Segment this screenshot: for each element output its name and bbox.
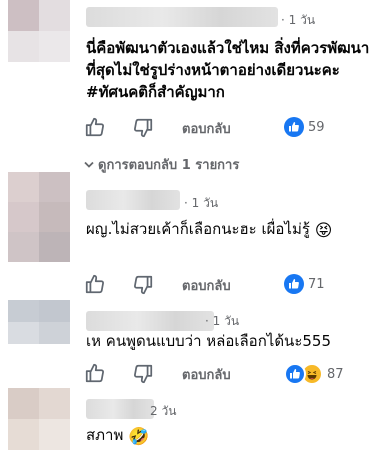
view-replies-label: ดูการตอบกลับ 1 รายการ — [98, 158, 240, 173]
avatar[interactable] — [8, 388, 70, 450]
comment-time[interactable]: · 1 วัน — [205, 312, 239, 331]
commenter-name[interactable] — [86, 190, 180, 210]
reaction-count: 59 — [308, 119, 325, 135]
like-reaction-icon — [284, 117, 304, 137]
avatar[interactable] — [8, 172, 70, 262]
comment-text-body: ผญ.ไม่สวยเค้าก็เลือกนะฮะ เผื่อไม่รู้ — [86, 220, 310, 238]
like-icon[interactable] — [84, 362, 106, 384]
comment-text: ผญ.ไม่สวยเค้าก็เลือกนะฮะ เผื่อไม่รู้ 😝 — [86, 218, 382, 241]
reaction-summary[interactable]: 87 — [284, 363, 344, 385]
commenter-name[interactable] — [86, 311, 214, 331]
view-replies-link[interactable]: ดูการตอบกลับ 1 รายการ — [84, 154, 239, 175]
reaction-count: 87 — [327, 366, 344, 382]
avatar[interactable] — [8, 300, 70, 344]
rolling-laughing-emoji: 🤣 — [128, 427, 150, 447]
commenter-name[interactable] — [86, 7, 278, 27]
like-reaction-icon — [284, 274, 304, 294]
dislike-icon[interactable] — [132, 274, 154, 296]
comment-text: เห คนพูดนแบบว่า หล่อเลือกได้นะ555 — [86, 332, 332, 350]
comment-time[interactable]: 2 วัน — [150, 402, 176, 421]
like-icon[interactable] — [84, 273, 106, 295]
dislike-icon[interactable] — [132, 117, 154, 139]
comment-actions: ตอบกลับ 71 — [84, 273, 384, 297]
commenter-name[interactable] — [86, 399, 154, 419]
comment-actions: ตอบกลับ 87 — [84, 362, 384, 386]
comment-text: สภาพ 🤣 — [86, 424, 382, 447]
reply-button[interactable]: ตอบกลับ — [182, 118, 231, 139]
chevron-down-icon — [84, 158, 98, 173]
comment-text: นี่คือพัฒนาตัวเองแล้วใช่ไหม สิ่งที่ควรพั… — [86, 39, 370, 101]
reply-button[interactable]: ตอบกลับ — [182, 364, 231, 385]
comment-text-body: สภาพ — [86, 426, 124, 444]
reaction-count: 71 — [308, 276, 325, 292]
avatar[interactable] — [8, 0, 70, 62]
comment-time[interactable]: · 1 วัน — [184, 194, 218, 213]
squinting-tongue-emoji: 😝 — [314, 221, 333, 241]
reaction-summary[interactable]: 59 — [284, 117, 325, 137]
reaction-summary[interactable]: 71 — [284, 274, 325, 294]
comment-actions: ตอบกลับ 59 — [84, 116, 384, 140]
dislike-icon[interactable] — [132, 363, 154, 385]
like-reaction-icon — [284, 363, 306, 385]
comment-time[interactable]: · 1 วัน — [281, 11, 315, 30]
reply-button[interactable]: ตอบกลับ — [182, 275, 231, 296]
like-icon[interactable] — [84, 116, 106, 138]
